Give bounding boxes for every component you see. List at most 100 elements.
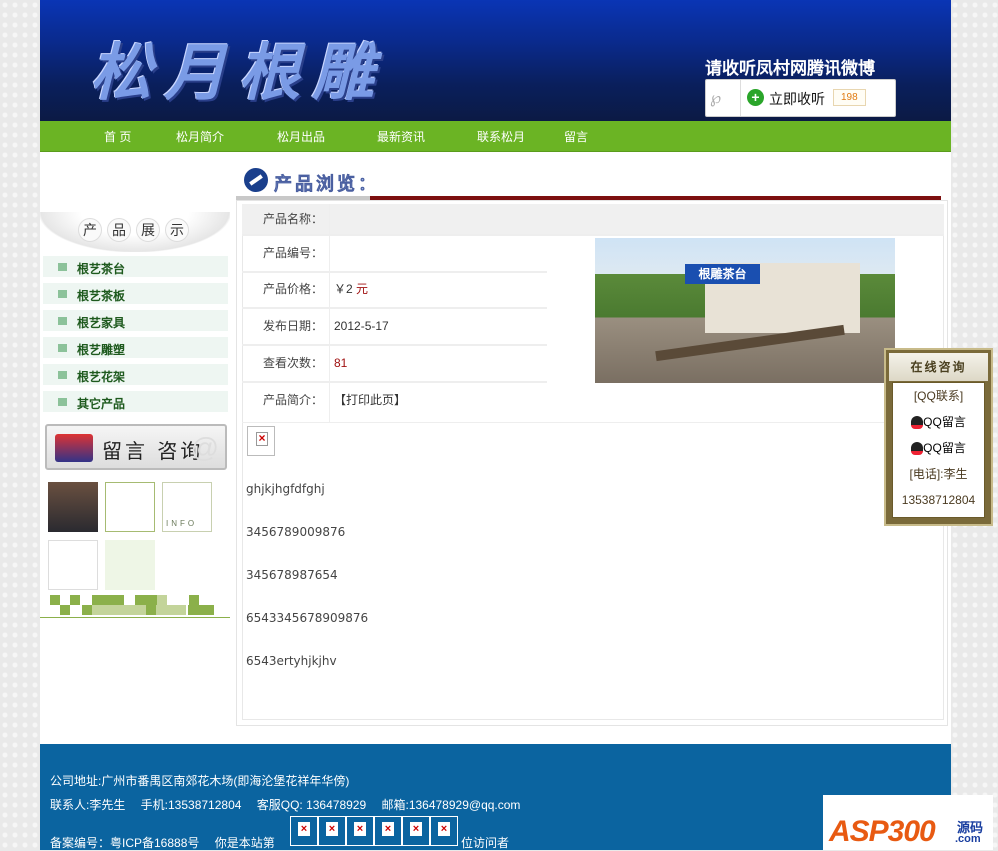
watermark-brand: ASP300	[829, 815, 936, 848]
at-icon: @	[190, 432, 219, 463]
title-char: 产	[78, 218, 102, 242]
description-line: 6543ertyhjkjhv	[246, 654, 337, 668]
divider	[740, 80, 741, 116]
price-unit: 元	[356, 282, 369, 296]
asp300-watermark: ASP300 源码 .com	[823, 795, 993, 850]
header: 松月根雕 请收听凤村网腾讯微博 ℘ + 立即收听 198	[40, 0, 951, 121]
bullet-icon	[58, 398, 67, 406]
qq-msg-label: QQ留言	[923, 441, 966, 455]
category-label: 根艺茶板	[77, 289, 126, 303]
broken-image-icon	[247, 426, 275, 456]
field-value: 81	[334, 356, 348, 370]
online-consult-panel: 在线咨询 [QQ联系] QQ留言 QQ留言 [电话]:李生 1353871280…	[884, 348, 993, 526]
field-value: ￥2 元	[334, 272, 368, 306]
nav-home[interactable]: 首 页	[104, 128, 131, 145]
category-tea-board[interactable]: 根艺茶板	[43, 283, 228, 306]
counter-digit-icon	[318, 816, 346, 846]
description-line: 6543345678909876	[246, 611, 369, 625]
category-sculpture[interactable]: 根艺雕塑	[43, 337, 228, 360]
panel-title: 在线咨询	[889, 353, 988, 381]
deco-tile	[105, 540, 155, 590]
field-label: 产品名称：	[242, 204, 330, 234]
field-row-intro: 产品简介： 【打印此页】	[242, 383, 944, 423]
info-label: INFO	[166, 519, 198, 528]
visitor-suffix: 位访问者	[461, 836, 510, 850]
field-row-date: 发布日期： 2012-5-17	[242, 309, 547, 346]
description-line: ghjkjhgfdfghj	[246, 482, 325, 496]
footer-contact: 联系人:李先生 手机:13538712804 客服QQ: 136478929 邮…	[50, 798, 521, 812]
follower-count: 198	[833, 89, 866, 106]
field-value: 2012-5-17	[334, 319, 389, 333]
field-label: 产品编号：	[242, 236, 330, 271]
mailbox-icon	[55, 434, 93, 462]
product-showcase-title: 产 品 展 示	[40, 212, 230, 252]
counter-digit-icon	[374, 816, 402, 846]
banner-label: 留言 咨询	[102, 439, 204, 463]
field-label: 查看次数：	[242, 346, 330, 381]
bullet-icon	[58, 371, 67, 379]
section-title: 产品浏览：	[274, 174, 379, 195]
bullet-icon	[58, 263, 67, 271]
site-logo[interactable]: 松月根雕	[90, 22, 386, 112]
field-row-views: 查看次数： 81	[242, 346, 547, 383]
field-row-code: 产品编号：	[242, 236, 547, 273]
field-label: 产品简介：	[242, 383, 330, 422]
watermark-domain: .com	[955, 833, 981, 845]
category-label: 根艺家具	[77, 316, 126, 330]
counter-digit-icon	[402, 816, 430, 846]
nav-news[interactable]: 最新资讯	[377, 128, 425, 145]
message-consult-banner[interactable]: 留言 咨询 @	[45, 424, 227, 470]
category-furniture[interactable]: 根艺家具	[43, 310, 228, 333]
category-flower-stand[interactable]: 根艺花架	[43, 364, 228, 387]
nav-products[interactable]: 松月出品	[277, 128, 325, 145]
price-value: ￥2	[334, 282, 353, 296]
field-label: 产品价格：	[242, 272, 330, 307]
logo-swirl-icon	[244, 168, 268, 192]
category-label: 根艺花架	[77, 370, 126, 384]
counter-digit-icon	[346, 816, 374, 846]
description-line: 345678987654	[246, 568, 338, 582]
qq-penguin-icon	[911, 416, 924, 430]
nav-contact[interactable]: 联系松月	[477, 128, 525, 145]
category-label: 其它产品	[77, 397, 126, 411]
field-row-price: 产品价格： ￥2 元	[242, 272, 547, 309]
title-char: 品	[107, 218, 131, 242]
weibo-follow-widget[interactable]: ℘ + 立即收听 198	[705, 79, 896, 117]
description-line: 3456789009876	[246, 525, 346, 539]
footer-address: 公司地址:广州市番禺区南郊花木场(即海沦堡花祥年华傍)	[50, 774, 350, 788]
info-tile: INFO	[162, 482, 212, 532]
print-link[interactable]: 【打印此页】	[334, 383, 406, 417]
field-row-name: 产品名称：	[242, 204, 944, 236]
counter-digit-icon	[290, 816, 318, 846]
shop-sign: 根雕茶台	[685, 264, 760, 284]
bullet-icon	[58, 290, 67, 298]
footer-icp: 备案编号：粤ICP备16888号 你是本站第	[50, 836, 275, 850]
bullet-icon	[58, 317, 67, 325]
page-container: 松月根雕 请收听凤村网腾讯微博 ℘ + 立即收听 198 首 页 松月简介 松月…	[40, 0, 951, 850]
category-other[interactable]: 其它产品	[43, 391, 228, 414]
nav-about[interactable]: 松月简介	[176, 128, 224, 145]
qq-message-link-2[interactable]: QQ留言	[893, 435, 984, 461]
bullet-icon	[58, 344, 67, 352]
divider	[40, 617, 230, 618]
qq-contact-label: [QQ联系]	[913, 389, 964, 403]
qq-message-link-1[interactable]: QQ留言	[893, 409, 984, 435]
main-nav: 首 页 松月简介 松月出品 最新资讯 联系松月 留言	[40, 121, 951, 152]
deco-tile	[48, 540, 98, 590]
phone-number: 13538712804	[901, 493, 976, 507]
plus-icon: +	[747, 89, 764, 106]
deco-tile	[105, 482, 155, 532]
person-photo	[48, 482, 98, 532]
category-label: 根艺茶台	[77, 262, 126, 276]
weibo-title: 请收听凤村网腾讯微博	[705, 59, 875, 78]
title-char: 示	[165, 218, 189, 242]
follow-button[interactable]: 立即收听	[769, 89, 825, 109]
weibo-icon: ℘	[710, 90, 722, 107]
nav-message[interactable]: 留言	[564, 128, 588, 145]
category-tea-table[interactable]: 根艺茶台	[43, 256, 228, 279]
footer: 公司地址:广州市番禺区南郊花木场(即海沦堡花祥年华傍) 联系人:李先生 手机:1…	[40, 744, 951, 850]
qq-penguin-icon	[911, 442, 924, 456]
counter-digit-icon	[430, 816, 458, 846]
field-label: 发布日期：	[242, 309, 330, 344]
phone-label: [电话]:李生	[909, 467, 968, 481]
